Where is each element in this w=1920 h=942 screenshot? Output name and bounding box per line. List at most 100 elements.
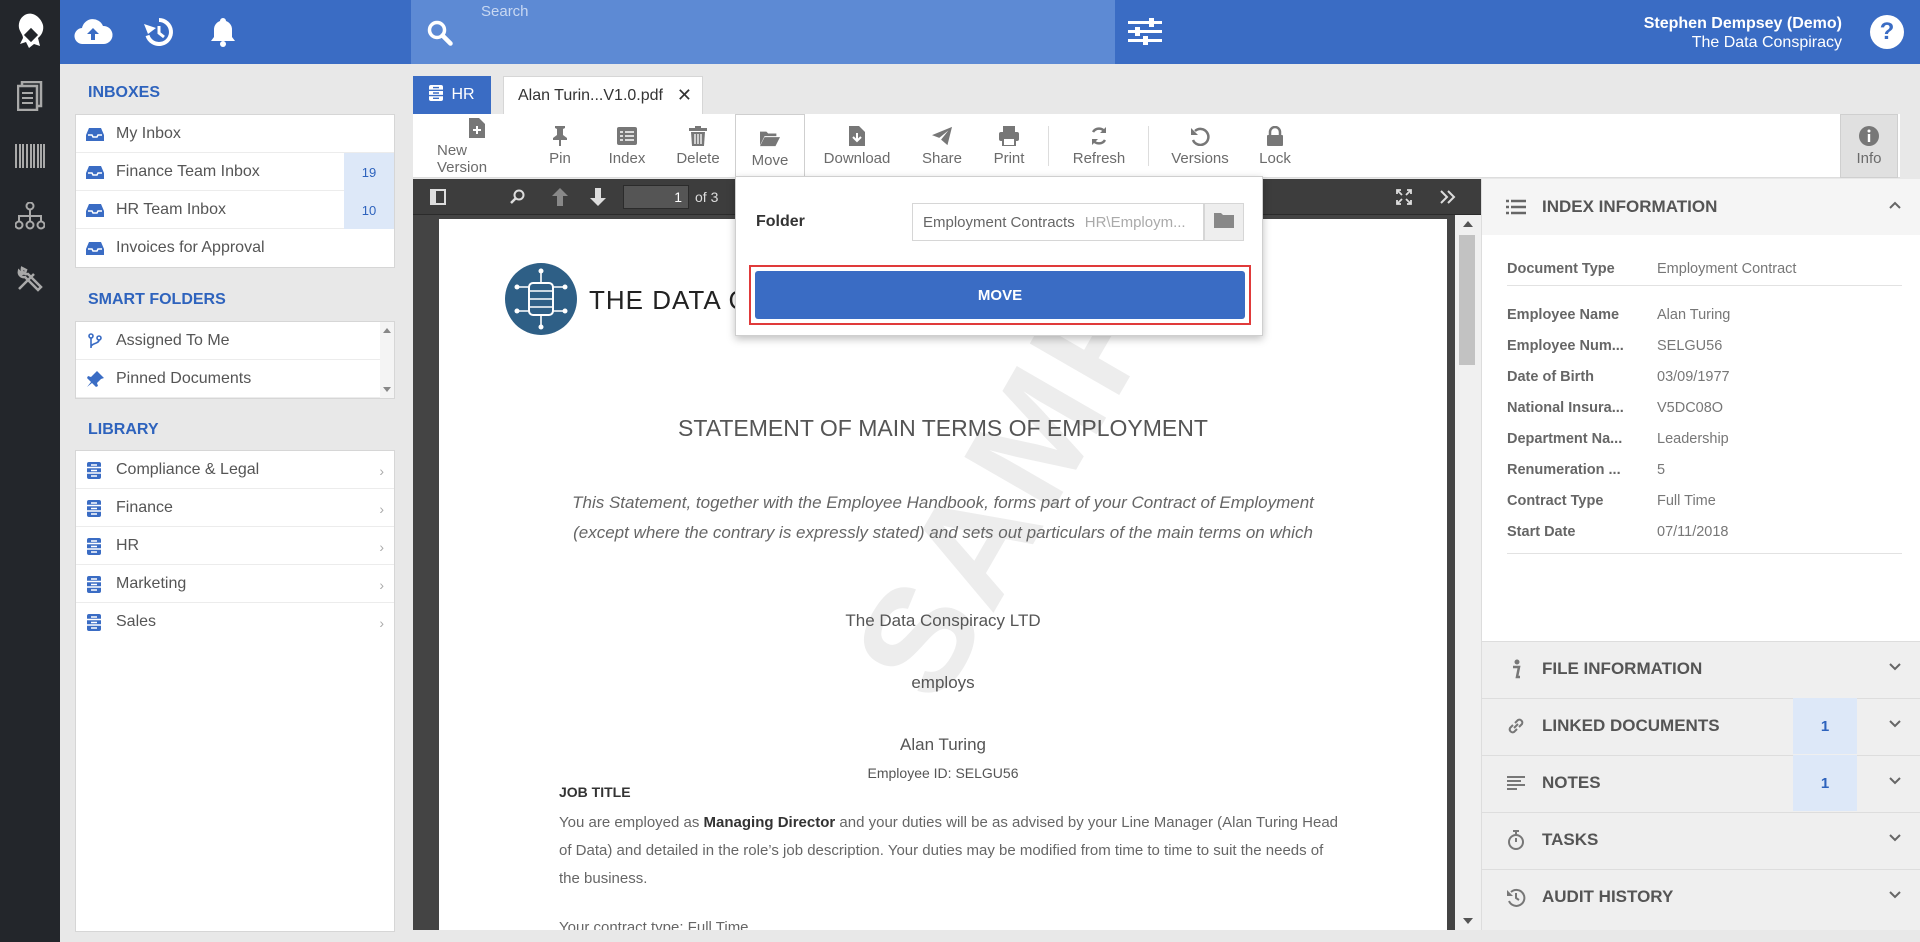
refresh-button[interactable]: Refresh xyxy=(1068,114,1130,178)
field-key: Start Date xyxy=(1507,524,1576,540)
inbox-item-finance-team[interactable]: Finance Team Inbox 19 xyxy=(76,153,394,191)
inbox-label: Finance Team Inbox xyxy=(116,162,260,180)
field-key: Employee Name xyxy=(1507,307,1620,323)
section-title: TASKS xyxy=(1542,830,1599,849)
history-icon[interactable] xyxy=(135,10,181,54)
move-confirm-button[interactable]: MOVE xyxy=(755,271,1245,319)
smart-folder-pinned-documents[interactable]: Pinned Documents xyxy=(76,360,394,398)
sidebar-toggle-icon[interactable] xyxy=(429,188,447,206)
search-input[interactable] xyxy=(481,0,1101,22)
download-button[interactable]: Download xyxy=(818,114,896,178)
library-item-sales[interactable]: Sales › xyxy=(76,603,394,641)
file-information-header[interactable]: FILE INFORMATION xyxy=(1482,641,1920,697)
scroll-up-icon[interactable] xyxy=(1463,221,1473,227)
lock-button[interactable]: Lock xyxy=(1253,114,1297,178)
share-button[interactable]: Share xyxy=(917,114,967,178)
scroll-down-icon[interactable] xyxy=(1463,918,1473,924)
index-information-header[interactable]: INDEX INFORMATION xyxy=(1482,179,1920,235)
smart-folders-scrollbar[interactable] xyxy=(380,322,394,398)
document-intro: This Statement, together with the Employ… xyxy=(572,493,1314,542)
tasks-header[interactable]: TASKS xyxy=(1482,812,1920,868)
smart-folder-assigned-to-me[interactable]: Assigned To Me xyxy=(76,322,394,360)
library-item-finance[interactable]: Finance › xyxy=(76,489,394,527)
close-icon[interactable]: ✕ xyxy=(677,85,692,106)
document-heading: STATEMENT OF MAIN TERMS OF EMPLOYMENT xyxy=(678,415,1208,441)
cabinet-icon xyxy=(86,462,104,479)
scroll-thumb[interactable] xyxy=(1459,235,1475,365)
chevron-up-icon[interactable] xyxy=(1887,197,1903,213)
scroll-down-icon[interactable] xyxy=(383,387,391,392)
viewer-scrollbar[interactable] xyxy=(1455,215,1481,930)
smart-folder-label: Pinned Documents xyxy=(116,369,252,387)
tools-icon[interactable] xyxy=(12,260,48,296)
chevron-down-icon[interactable] xyxy=(1887,773,1903,789)
trash-icon xyxy=(688,125,708,147)
printer-icon xyxy=(999,125,1019,147)
search-icon[interactable] xyxy=(427,20,453,46)
bell-icon[interactable] xyxy=(200,10,246,54)
chevron-right-icon: › xyxy=(379,615,384,631)
tab-document[interactable]: Alan Turin...V1.0.pdf ✕ xyxy=(503,76,703,114)
filter-sliders-icon[interactable] xyxy=(1122,10,1168,54)
inbox-label: Invoices for Approval xyxy=(116,239,265,256)
upload-cloud-icon[interactable] xyxy=(70,10,116,54)
barcode-icon[interactable] xyxy=(12,138,48,174)
browse-folder-button[interactable] xyxy=(1204,203,1244,241)
paper-plane-icon xyxy=(932,125,952,147)
scroll-up-icon[interactable] xyxy=(383,328,391,333)
new-version-button[interactable]: New Version xyxy=(437,114,517,178)
inbox-item-hr-team[interactable]: HR Team Inbox 10 xyxy=(76,191,394,229)
field-value: Employment Contract xyxy=(1657,261,1797,277)
find-icon[interactable] xyxy=(509,188,527,206)
folder-value: Employment Contracts xyxy=(923,213,1075,231)
field-value: 5 xyxy=(1657,462,1666,478)
index-button[interactable]: Index xyxy=(603,114,651,178)
chevron-right-icon: › xyxy=(379,539,384,555)
tool-label: Move xyxy=(751,151,789,169)
next-page-icon[interactable] xyxy=(589,188,607,206)
inbox-item-my-inbox[interactable]: My Inbox xyxy=(76,115,394,153)
inbox-item-invoices-approval[interactable]: Invoices for Approval xyxy=(76,229,394,267)
audit-history-header[interactable]: AUDIT HISTORY xyxy=(1482,869,1920,925)
previous-page-icon[interactable] xyxy=(551,188,569,206)
page-number-input[interactable] xyxy=(623,185,689,209)
inbox-label: HR Team Inbox xyxy=(116,200,226,218)
help-icon[interactable]: ? xyxy=(1870,15,1904,49)
move-button[interactable]: Move xyxy=(735,114,805,180)
delete-button[interactable]: Delete xyxy=(672,114,724,178)
notes-count-badge: 1 xyxy=(1793,755,1857,811)
app-logo[interactable] xyxy=(0,0,60,64)
versions-button[interactable]: Versions xyxy=(1168,114,1232,178)
tab-hr-cabinet[interactable]: HR xyxy=(413,76,491,114)
library-item-hr[interactable]: HR › xyxy=(76,527,394,565)
chevron-down-icon[interactable] xyxy=(1887,659,1903,675)
company-logo xyxy=(505,263,577,335)
linked-documents-header[interactable]: LINKED DOCUMENTS 1 xyxy=(1482,698,1920,754)
chevron-down-icon[interactable] xyxy=(1887,716,1903,732)
chevron-down-icon[interactable] xyxy=(1887,830,1903,846)
left-rail xyxy=(0,64,60,942)
section-title: AUDIT HISTORY xyxy=(1542,887,1674,906)
notes-header[interactable]: NOTES 1 xyxy=(1482,755,1920,811)
document-toolbar: New Version Pin Index Delete Move Downlo… xyxy=(413,114,1900,180)
divider xyxy=(1507,285,1902,286)
user-info[interactable]: Stephen Dempsey (Demo) The Data Conspira… xyxy=(1644,15,1842,52)
pin-icon xyxy=(86,371,104,387)
folder-field[interactable]: Employment Contracts HR\Employm... xyxy=(912,203,1204,241)
documents-icon[interactable] xyxy=(12,78,48,114)
library-item-compliance-legal[interactable]: Compliance & Legal › xyxy=(76,451,394,489)
user-name: Stephen Dempsey (Demo) xyxy=(1643,15,1842,32)
info-button[interactable]: Info xyxy=(1840,114,1898,178)
library-item-marketing[interactable]: Marketing › xyxy=(76,565,394,603)
double-chevron-right-icon[interactable] xyxy=(1439,188,1457,206)
print-button[interactable]: Print xyxy=(986,114,1032,178)
search-bar xyxy=(411,0,1115,64)
chevron-down-icon[interactable] xyxy=(1887,887,1903,903)
fullscreen-icon[interactable] xyxy=(1395,188,1413,206)
tool-label: New Version xyxy=(437,141,488,176)
cabinet-icon xyxy=(86,576,104,593)
pin-button[interactable]: Pin xyxy=(538,114,582,178)
workflow-icon[interactable] xyxy=(12,198,48,234)
info-circle-icon xyxy=(1859,125,1879,147)
cabinet-icon xyxy=(429,84,444,106)
